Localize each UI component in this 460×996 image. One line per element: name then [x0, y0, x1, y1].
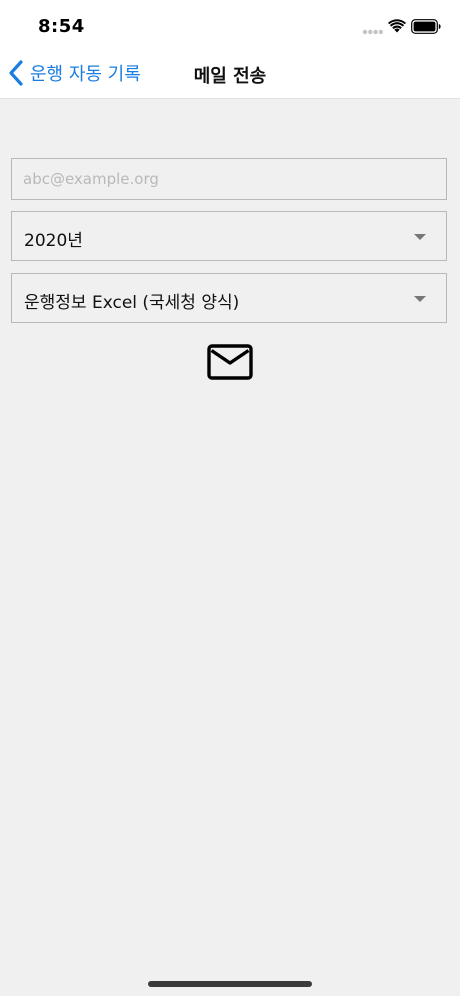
format-select[interactable]: 운행정보 Excel (국세청 양식) [11, 273, 447, 323]
email-input[interactable] [12, 159, 446, 199]
page-title: 메일 전송 [193, 66, 267, 87]
email-field[interactable] [11, 158, 447, 200]
year-select-value: 2020년 [24, 231, 83, 251]
home-indicator [148, 981, 312, 987]
wifi-icon [388, 19, 406, 33]
status-bar: 8:54 [0, 0, 460, 50]
battery-icon [411, 19, 441, 34]
mail-icon [207, 344, 253, 380]
navigation-bar: 운행 자동 기록 메일 전송 [0, 50, 460, 99]
status-time: 8:54 [38, 16, 85, 37]
dropdown-arrow-icon [414, 296, 426, 302]
format-select-value: 운행정보 Excel (국세청 양식) [24, 293, 240, 313]
dropdown-arrow-icon [414, 234, 426, 240]
year-select[interactable]: 2020년 [11, 211, 447, 261]
cellular-signal-icon [362, 29, 384, 35]
send-mail-button[interactable] [206, 342, 254, 382]
